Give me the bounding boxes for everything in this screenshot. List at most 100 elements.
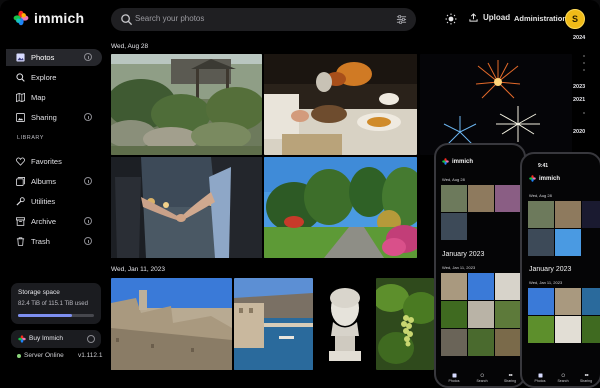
server-status: Server Online — [17, 352, 64, 359]
info-icon[interactable] — [84, 113, 92, 121]
photo-thumbnail[interactable] — [234, 278, 313, 370]
phone-tab-label: Search — [476, 379, 488, 383]
trash-icon — [16, 237, 25, 246]
sharing-icon — [16, 113, 25, 122]
phone-app-name: immich — [452, 158, 474, 165]
search-bar[interactable]: Search your photos — [111, 8, 416, 31]
map-icon — [16, 93, 25, 102]
phone-thumb[interactable] — [468, 301, 494, 328]
phone-thumb[interactable] — [555, 229, 581, 256]
administration-link[interactable]: Administration — [514, 14, 567, 23]
phone-tab-photos[interactable]: Photos — [444, 373, 464, 383]
phone-thumb[interactable] — [468, 185, 494, 212]
sidebar-item-photos[interactable]: Photos — [6, 49, 102, 66]
library-section-label: LIBRARY — [17, 135, 44, 141]
phone-thumb[interactable] — [495, 185, 521, 212]
info-icon[interactable] — [84, 217, 92, 225]
garden-photo — [111, 54, 262, 155]
upload-button[interactable]: Upload — [469, 13, 510, 22]
timeline-year[interactable]: 2024 — [573, 35, 585, 41]
sidebar-item-sharing[interactable]: Sharing — [6, 109, 102, 126]
phone-tab-sharing[interactable]: Sharing — [500, 373, 520, 383]
phone-thumb[interactable] — [468, 273, 494, 300]
phone-thumb[interactable] — [582, 316, 600, 343]
sidebar-item-explore[interactable]: Explore — [6, 69, 102, 86]
photo-thumbnail[interactable] — [264, 157, 417, 258]
buy-immich-button[interactable]: Buy Immich — [11, 330, 101, 348]
sidebar-item-label: Favorites — [31, 157, 62, 166]
photo-thumbnail[interactable] — [264, 54, 417, 155]
search-icon — [561, 373, 565, 377]
sidebar-item-label: Sharing — [31, 113, 57, 122]
date-group-header[interactable]: Wed, Jan 11, 2023 — [111, 266, 165, 273]
sidebar-item-utilities[interactable]: Utilities — [6, 193, 102, 210]
info-icon[interactable] — [84, 237, 92, 245]
date-group-header[interactable]: Wed, Aug 28 — [111, 43, 148, 50]
info-icon[interactable] — [87, 335, 95, 343]
photo-thumbnail[interactable] — [111, 278, 232, 370]
phone-thumb[interactable] — [495, 273, 521, 300]
utilities-icon — [16, 197, 25, 206]
phone-thumb[interactable] — [555, 201, 581, 228]
phone-thumb[interactable] — [441, 213, 467, 240]
storage-progress-bar — [18, 314, 94, 317]
phone-thumb[interactable] — [528, 288, 554, 315]
phone-thumb[interactable] — [582, 288, 600, 315]
phone-mockup-left: immich Wed, Aug 28 January 2023 Wed, Jan… — [434, 143, 526, 388]
filter-options-icon[interactable] — [396, 14, 407, 25]
server-version: v1.112.1 — [78, 352, 103, 359]
theme-toggle-icon[interactable] — [445, 13, 457, 25]
timeline-marker — [583, 62, 585, 64]
photo-thumbnail[interactable] — [315, 278, 374, 370]
app-logo[interactable]: immich — [13, 10, 84, 26]
photo-thumbnail[interactable] — [420, 54, 572, 155]
info-icon[interactable] — [84, 177, 92, 185]
sidebar-item-albums[interactable]: Albums — [6, 173, 102, 190]
sidebar-item-trash[interactable]: Trash — [6, 233, 102, 250]
timeline-year[interactable]: 2023 — [573, 84, 585, 90]
search-input[interactable]: Search your photos — [135, 14, 204, 23]
phone-thumb[interactable] — [555, 288, 581, 315]
phone-tab-sharing[interactable]: Sharing — [576, 373, 596, 383]
photos-icon — [16, 53, 25, 62]
phone-photo-grid — [441, 273, 521, 363]
phone-tab-search[interactable]: Search — [553, 373, 573, 383]
phone-mockup-right: 9:41 immich Wed, Aug 28 January 2023 Wed… — [520, 152, 600, 388]
phone-thumb[interactable] — [441, 185, 467, 212]
photo-thumbnail[interactable] — [376, 278, 434, 370]
timeline-year[interactable]: 2021 — [573, 97, 585, 103]
phone-thumb[interactable] — [582, 201, 600, 228]
phone-app-name: immich — [539, 175, 561, 182]
sidebar-item-favorites[interactable]: Favorites — [6, 153, 102, 170]
phone-thumb[interactable] — [528, 316, 554, 343]
photo-thumbnail[interactable] — [111, 157, 262, 258]
immich-logo-icon — [18, 335, 26, 343]
phone-thumb[interactable] — [441, 301, 467, 328]
phone-tab-search[interactable]: Search — [472, 373, 492, 383]
photos-icon — [538, 373, 542, 378]
phone-thumb[interactable] — [495, 329, 521, 356]
phone-date-header: Wed, Jan 11, 2023 — [442, 265, 476, 270]
phone-tab-photos[interactable]: Photos — [530, 373, 550, 383]
phone-thumb[interactable] — [441, 273, 467, 300]
phone-tab-label: Photos — [448, 379, 460, 383]
sidebar-item-archive[interactable]: Archive — [6, 213, 102, 230]
phone-thumb[interactable] — [441, 329, 467, 356]
timeline-marker — [583, 69, 585, 71]
app-name: immich — [34, 10, 85, 26]
user-avatar[interactable]: S — [565, 9, 585, 29]
info-icon[interactable] — [84, 53, 92, 61]
phone-thumb[interactable] — [528, 201, 554, 228]
phone-photo-grid — [528, 288, 600, 368]
sidebar-item-map[interactable]: Map — [6, 89, 102, 106]
phone-thumb[interactable] — [528, 229, 554, 256]
timeline-marker — [583, 55, 585, 57]
photo-thumbnail[interactable] — [111, 54, 262, 155]
phone-tab-label: Photos — [534, 379, 546, 383]
timeline-year[interactable]: 2020 — [573, 129, 585, 135]
phone-thumb[interactable] — [495, 301, 521, 328]
phone-thumb[interactable] — [468, 329, 494, 356]
phone-thumb[interactable] — [555, 316, 581, 343]
park-path-photo — [264, 157, 417, 258]
phone-app-logo: immich — [442, 158, 473, 165]
